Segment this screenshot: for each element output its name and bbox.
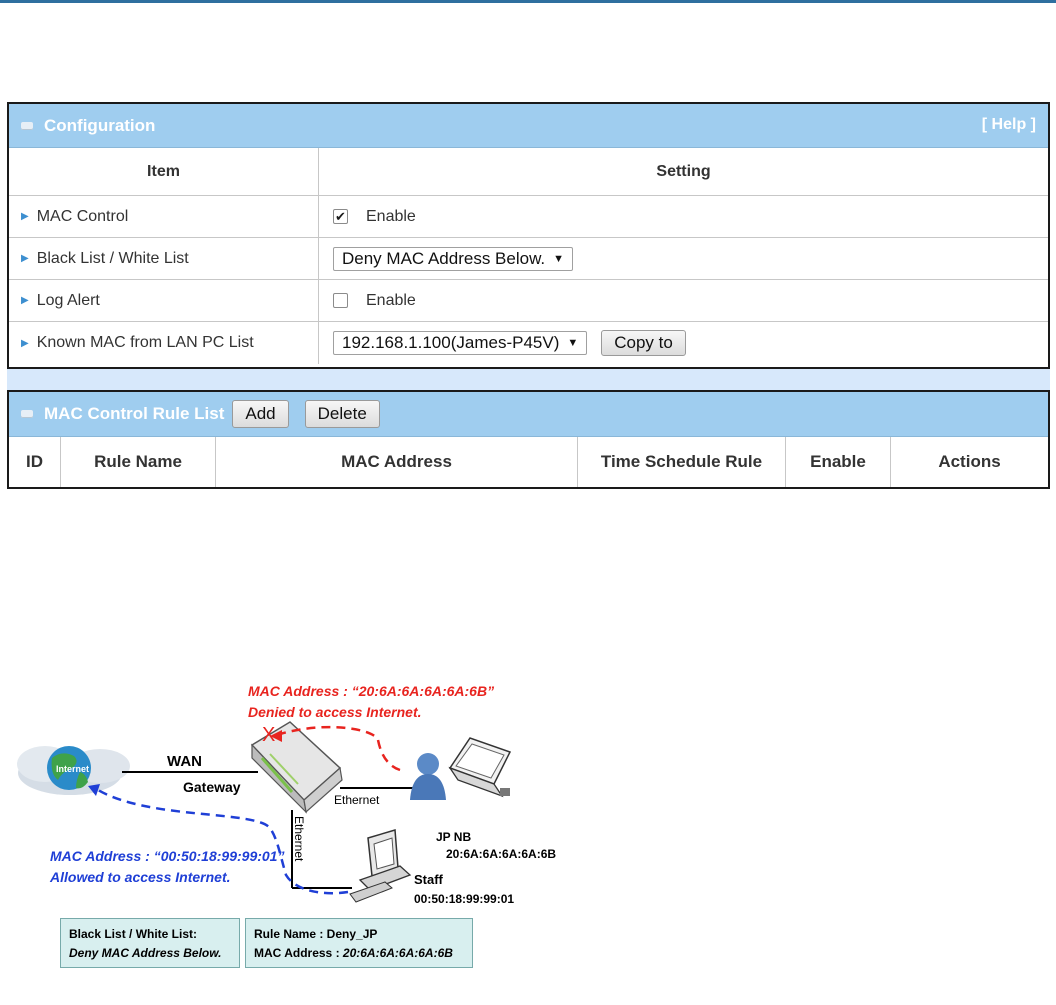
gateway-label: Gateway: [183, 779, 241, 795]
known-mac-value: 192.168.1.100(James-P45V): [342, 333, 560, 352]
known-mac-select[interactable]: 192.168.1.100(James-P45V) ▼: [333, 331, 588, 355]
add-button[interactable]: Add: [232, 400, 289, 428]
column-header-time-schedule-rule: Time Schedule Rule: [578, 437, 786, 487]
staff-name: Staff: [414, 872, 443, 887]
config-column-headers: Item Setting: [9, 148, 1048, 196]
black-white-list-info-box: Black List / White List: Deny MAC Addres…: [60, 918, 240, 968]
black-white-list-label: Black List / White List: [36, 249, 189, 267]
chevron-down-icon: ▼: [567, 337, 579, 349]
panel-bullet-icon: [21, 410, 33, 418]
jp-nb-mac: 20:6A:6A:6A:6A:6B: [446, 847, 557, 861]
row-black-white-list: ▶ Black List / White List Deny MAC Addre…: [9, 238, 1048, 280]
column-header-setting: Setting: [656, 162, 711, 180]
network-diagram: Internet WAN Gateway Ethernet Ethernet X…: [0, 660, 600, 1000]
allow-note-line2: Allowed to access Internet.: [50, 869, 231, 885]
user-icon: [410, 753, 446, 800]
staff-mac: 00:50:18:99:99:01: [414, 892, 515, 906]
rule-info-box: Rule Name : Deny_JP MAC Address : 20:6A:…: [245, 918, 473, 968]
info-box-value: Deny MAC Address Below.: [69, 946, 222, 960]
help-link[interactable]: [ Help ]: [982, 116, 1036, 134]
ethernet-horizontal-label: Ethernet: [334, 793, 380, 807]
log-alert-enable-checkbox[interactable]: [333, 293, 348, 308]
row-known-mac: ▶ Known MAC from LAN PC List 192.168.1.1…: [9, 322, 1048, 364]
top-rule: [0, 0, 1056, 3]
row-arrow-icon: ▶: [21, 211, 29, 222]
rule-info-mac-value: 20:6A:6A:6A:6A:6B: [342, 946, 453, 960]
known-mac-label: Known MAC from LAN PC List: [36, 334, 254, 351]
row-arrow-icon: ▶: [21, 337, 29, 349]
row-arrow-icon: ▶: [21, 253, 29, 264]
row-arrow-icon: ▶: [21, 295, 29, 306]
wan-label: WAN: [167, 753, 202, 770]
info-box-label: Black List / White List:: [69, 927, 198, 941]
chevron-down-icon: ▼: [553, 252, 565, 265]
deny-note-line1: MAC Address : “20:6A:6A:6A:6A:6B”: [248, 683, 495, 699]
panel-bullet-icon: [21, 121, 33, 130]
copy-to-button[interactable]: Copy to: [601, 330, 686, 356]
ethernet-vertical-label: Ethernet: [292, 816, 306, 862]
log-alert-enable-label: Enable: [366, 291, 416, 309]
log-alert-label: Log Alert: [36, 291, 100, 309]
allow-note-line1: MAC Address : “00:50:18:99:99:01”: [50, 848, 285, 864]
row-log-alert: ▶ Log Alert Enable: [9, 280, 1048, 322]
row-mac-control: ▶ MAC Control ✔ Enable: [9, 196, 1048, 238]
delete-button[interactable]: Delete: [304, 400, 380, 428]
rule-info-mac-label: MAC Address :: [254, 946, 343, 960]
black-white-list-value: Deny MAC Address Below.: [342, 248, 546, 268]
column-header-actions: Actions: [938, 452, 1001, 471]
column-header-mac-address: MAC Address: [216, 437, 578, 487]
deny-note-line2: Denied to access Internet.: [248, 704, 422, 720]
section-separator: [7, 369, 1050, 390]
mac-control-enable-checkbox[interactable]: ✔: [333, 209, 348, 224]
mac-control-rule-list-panel: MAC Control Rule List Add Delete ID Rule…: [7, 390, 1050, 489]
rule-list-column-headers: ID Rule Name MAC Address Time Schedule R…: [9, 437, 1048, 487]
rule-list-title: MAC Control Rule List: [44, 404, 225, 423]
column-header-id: ID: [9, 437, 61, 487]
column-header-enable: Enable: [786, 437, 891, 487]
rule-info-name: Rule Name : Deny_JP: [254, 927, 378, 941]
desktop-computer-icon: [349, 829, 412, 903]
column-header-item: Item: [9, 148, 319, 195]
blocked-x-mark: X: [262, 724, 276, 746]
laptop-icon: [448, 737, 512, 798]
configuration-header: Configuration [ Help ]: [9, 104, 1048, 148]
configuration-panel: Configuration [ Help ] Item Setting ▶ MA…: [7, 102, 1050, 369]
black-white-list-select[interactable]: Deny MAC Address Below. ▼: [333, 246, 574, 271]
internet-label: Internet: [56, 764, 90, 774]
column-header-rule-name: Rule Name: [61, 437, 216, 487]
mac-control-enable-label: Enable: [366, 207, 416, 225]
configuration-title: Configuration: [44, 115, 156, 135]
jp-nb-name: JP NB: [436, 830, 472, 844]
mac-control-label: MAC Control: [36, 207, 129, 225]
rule-list-header: MAC Control Rule List Add Delete: [9, 392, 1048, 437]
